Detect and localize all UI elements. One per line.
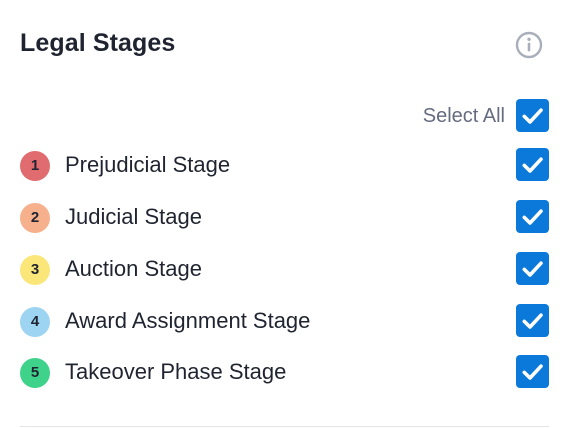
checkmark-icon <box>522 313 543 329</box>
stage-number-badge: 1 <box>20 151 50 181</box>
info-icon[interactable] <box>514 30 544 60</box>
stage-number-badge: 4 <box>20 307 50 337</box>
checkmark-icon <box>522 157 543 173</box>
stage-row-award-assignment: 4 Award Assignment Stage <box>0 304 562 338</box>
select-all-checkbox[interactable] <box>516 99 549 132</box>
stage-checkbox-judicial[interactable] <box>516 200 549 233</box>
stage-label: Award Assignment Stage <box>65 308 311 333</box>
checkmark-icon <box>522 261 543 277</box>
stage-number-badge: 2 <box>20 203 50 233</box>
stage-label: Prejudicial Stage <box>65 152 231 177</box>
stage-label: Auction Stage <box>65 256 202 281</box>
stage-checkbox-takeover-phase[interactable] <box>516 355 549 388</box>
stage-row-prejudicial: 1 Prejudicial Stage <box>0 148 562 182</box>
select-all-row: Select All <box>0 99 562 133</box>
legal-stages-panel: Legal Stages Select All 1 Prejudicial St… <box>0 0 562 428</box>
stage-row-judicial: 2 Judicial Stage <box>0 200 562 234</box>
stage-label: Takeover Phase Stage <box>65 359 287 384</box>
divider <box>20 426 549 427</box>
checkmark-icon <box>522 209 543 225</box>
stage-checkbox-prejudicial[interactable] <box>516 148 549 181</box>
stage-label: Judicial Stage <box>65 204 202 229</box>
stage-checkbox-award-assignment[interactable] <box>516 304 549 337</box>
panel-title: Legal Stages <box>20 29 176 57</box>
select-all-label: Select All <box>422 105 505 127</box>
checkmark-icon <box>522 364 543 380</box>
stage-row-auction: 3 Auction Stage <box>0 252 562 286</box>
stage-number-badge: 3 <box>20 255 50 285</box>
stage-number-badge: 5 <box>20 358 50 388</box>
checkmark-icon <box>522 108 543 124</box>
stage-checkbox-auction[interactable] <box>516 252 549 285</box>
stage-row-takeover-phase: 5 Takeover Phase Stage <box>0 355 562 389</box>
